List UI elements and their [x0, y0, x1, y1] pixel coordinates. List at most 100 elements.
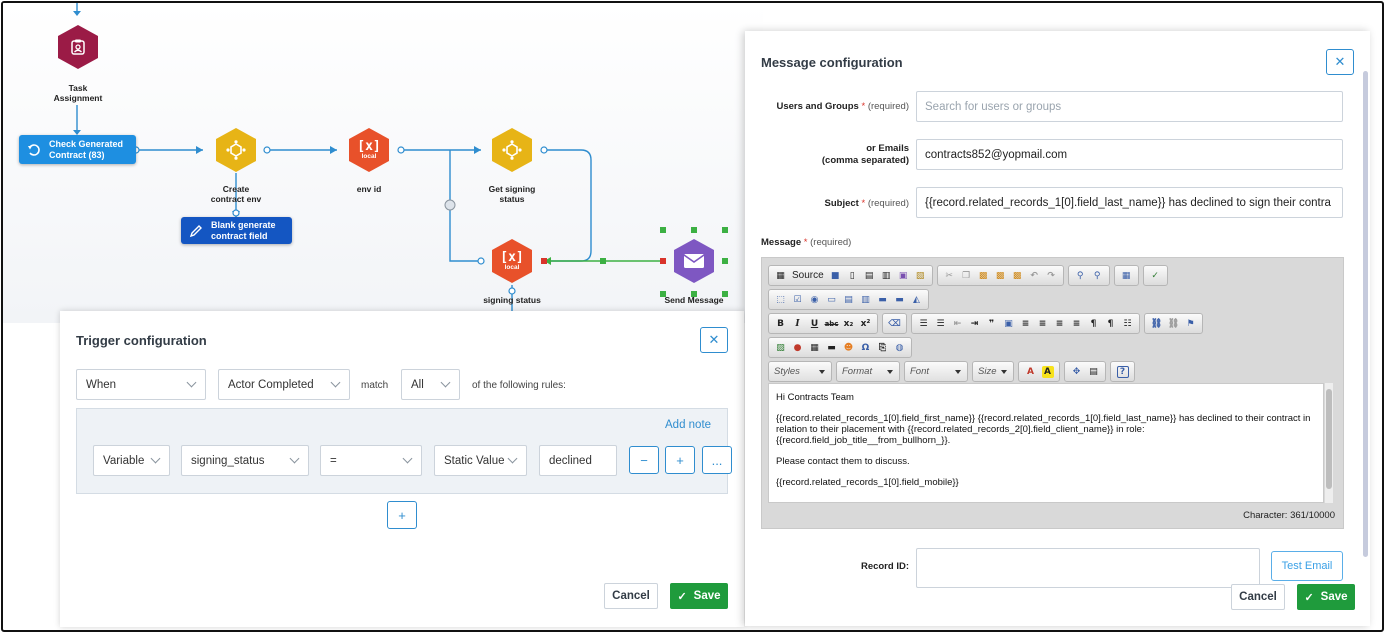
flash-icon[interactable]: ●	[792, 342, 804, 354]
link-icon[interactable]: ⛓	[1151, 318, 1163, 330]
justify-icon[interactable]: ≡	[1071, 318, 1083, 330]
button-field-icon[interactable]: ▬	[877, 294, 889, 306]
editor-content[interactable]: Hi Contracts Team {{record.related_recor…	[768, 383, 1324, 503]
spellcheck-icon[interactable]: ✓	[1149, 270, 1161, 282]
special-char-icon[interactable]: Ω	[860, 342, 872, 354]
smiley-icon[interactable]: ☻	[843, 342, 855, 354]
preview-icon[interactable]: ▤	[863, 270, 875, 282]
remove-rule-button[interactable]: −	[629, 446, 659, 474]
copy-icon[interactable]: ❐	[960, 270, 972, 282]
rule-type-select[interactable]: Variable	[93, 445, 170, 476]
rule-more-button[interactable]: ...	[702, 446, 732, 474]
paste-icon[interactable]: ▩	[977, 270, 989, 282]
trigger-close-button[interactable]: ✕	[700, 327, 728, 353]
bold-icon[interactable]: B	[775, 318, 787, 330]
table-icon[interactable]: ▦	[809, 342, 821, 354]
print-icon[interactable]: ▣	[897, 270, 909, 282]
rule-value-type-select[interactable]: Static Value	[434, 445, 527, 476]
add-rule-inline-button[interactable]: +	[665, 446, 695, 474]
subject-input[interactable]: {{record.related_records_1[0].field_last…	[916, 187, 1343, 218]
textfield-icon[interactable]: ▭	[826, 294, 838, 306]
source-icon[interactable]: ▦	[775, 270, 787, 282]
editor-scrollbar[interactable]	[1325, 383, 1333, 503]
add-note-link[interactable]: Add note	[665, 419, 711, 431]
bg-color-icon[interactable]: A	[1041, 365, 1054, 378]
indent-icon[interactable]: ⇥	[969, 318, 981, 330]
cut-icon[interactable]: ✂	[943, 270, 955, 282]
message-cancel-button[interactable]: Cancel	[1231, 584, 1285, 610]
unlink-icon[interactable]: ⛓	[1168, 318, 1180, 330]
trigger-when-select[interactable]: When	[76, 369, 206, 400]
templates-icon[interactable]: ▧	[914, 270, 926, 282]
image-button-icon[interactable]: ▬	[894, 294, 906, 306]
replace-icon[interactable]: ⚲	[1091, 270, 1103, 282]
underline-icon[interactable]: U	[809, 318, 821, 330]
outdent-icon[interactable]: ⇤	[952, 318, 964, 330]
record-id-input[interactable]	[916, 548, 1260, 588]
align-left-icon[interactable]: ≡	[1020, 318, 1032, 330]
rule-value-input[interactable]: declined	[539, 445, 617, 476]
users-groups-search-input[interactable]: Search for users or groups	[916, 91, 1343, 122]
workflow-canvas[interactable]: Task Assignment Check Generated Contract…	[3, 3, 763, 323]
maximize-icon[interactable]: ✥	[1071, 366, 1083, 378]
signing-status-label: signing status	[483, 295, 541, 305]
panel-scrollbar[interactable]	[1363, 71, 1368, 557]
size-dropdown[interactable]: Size	[972, 361, 1014, 382]
print-preview-icon[interactable]: ▥	[880, 270, 892, 282]
check-generated-contract-node[interactable]: Check Generated Contract (83)	[19, 135, 136, 164]
anchor-icon[interactable]: ⚑	[1185, 318, 1197, 330]
bullet-list-icon[interactable]: ☰	[935, 318, 947, 330]
italic-icon[interactable]: I	[792, 318, 804, 330]
blank-generate-contract-field-node[interactable]: Blank generate contract field	[181, 217, 292, 244]
text-color-icon[interactable]: A	[1025, 366, 1037, 378]
radio-icon[interactable]: ◉	[809, 294, 821, 306]
horizontal-rule-icon[interactable]: ▬	[826, 342, 838, 354]
save-icon[interactable]: ■	[829, 270, 841, 282]
trigger-save-button[interactable]: ✓ Save	[670, 583, 728, 609]
form-icon[interactable]: ⬚	[775, 294, 787, 306]
show-blocks-icon[interactable]: ▤	[1088, 366, 1100, 378]
redo-icon[interactable]: ↷	[1045, 270, 1057, 282]
help-icon[interactable]: ?	[1116, 365, 1129, 378]
image-icon[interactable]: ▨	[775, 342, 787, 354]
add-rule-button[interactable]: +	[387, 501, 417, 529]
find-icon[interactable]: ⚲	[1074, 270, 1086, 282]
select-field-icon[interactable]: ▥	[860, 294, 872, 306]
select-all-icon[interactable]: ▦	[1120, 270, 1132, 282]
checkbox-icon[interactable]: ☑	[792, 294, 804, 306]
message-close-button[interactable]: ✕	[1326, 49, 1354, 75]
blockquote-icon[interactable]: ❞	[986, 318, 998, 330]
font-dropdown[interactable]: Font	[904, 361, 968, 382]
paste-text-icon[interactable]: ▩	[994, 270, 1006, 282]
iframe-icon[interactable]: ◍	[894, 342, 906, 354]
rule-operator-select[interactable]: =	[320, 445, 422, 476]
new-page-icon[interactable]: ▯	[846, 270, 858, 282]
emails-input[interactable]: contracts852@yopmail.com	[916, 139, 1343, 170]
format-dropdown[interactable]: Format	[836, 361, 900, 382]
div-icon[interactable]: ▣	[1003, 318, 1015, 330]
match-select[interactable]: All	[401, 369, 460, 400]
numbered-list-icon[interactable]: ☰	[918, 318, 930, 330]
hidden-field-icon[interactable]: ◭	[911, 294, 923, 306]
rule-variable-select[interactable]: signing_status	[181, 445, 309, 476]
ltr-icon[interactable]: ¶	[1088, 318, 1100, 330]
remove-format-icon[interactable]: ⌫	[888, 318, 901, 330]
message-save-button[interactable]: ✓ Save	[1297, 584, 1355, 610]
strike-icon[interactable]: abc	[825, 318, 839, 330]
trigger-cancel-button[interactable]: Cancel	[604, 583, 658, 609]
paste-word-icon[interactable]: ▩	[1011, 270, 1023, 282]
editor-scroll-thumb[interactable]	[1326, 389, 1332, 489]
source-button[interactable]: Source	[792, 270, 824, 281]
page-break-icon[interactable]: ⎘	[877, 342, 889, 354]
align-center-icon[interactable]: ≡	[1037, 318, 1049, 330]
language-icon[interactable]: ☷	[1122, 318, 1134, 330]
rtl-icon[interactable]: ¶	[1105, 318, 1117, 330]
superscript-icon[interactable]: x²	[860, 318, 872, 330]
styles-dropdown[interactable]: Styles	[768, 361, 832, 382]
undo-icon[interactable]: ↶	[1028, 270, 1040, 282]
trigger-event-select[interactable]: Actor Completed	[218, 369, 350, 400]
textarea-icon[interactable]: ▤	[843, 294, 855, 306]
subscript-icon[interactable]: x₂	[843, 318, 855, 330]
align-right-icon[interactable]: ≡	[1054, 318, 1066, 330]
test-email-button[interactable]: Test Email	[1271, 551, 1343, 581]
